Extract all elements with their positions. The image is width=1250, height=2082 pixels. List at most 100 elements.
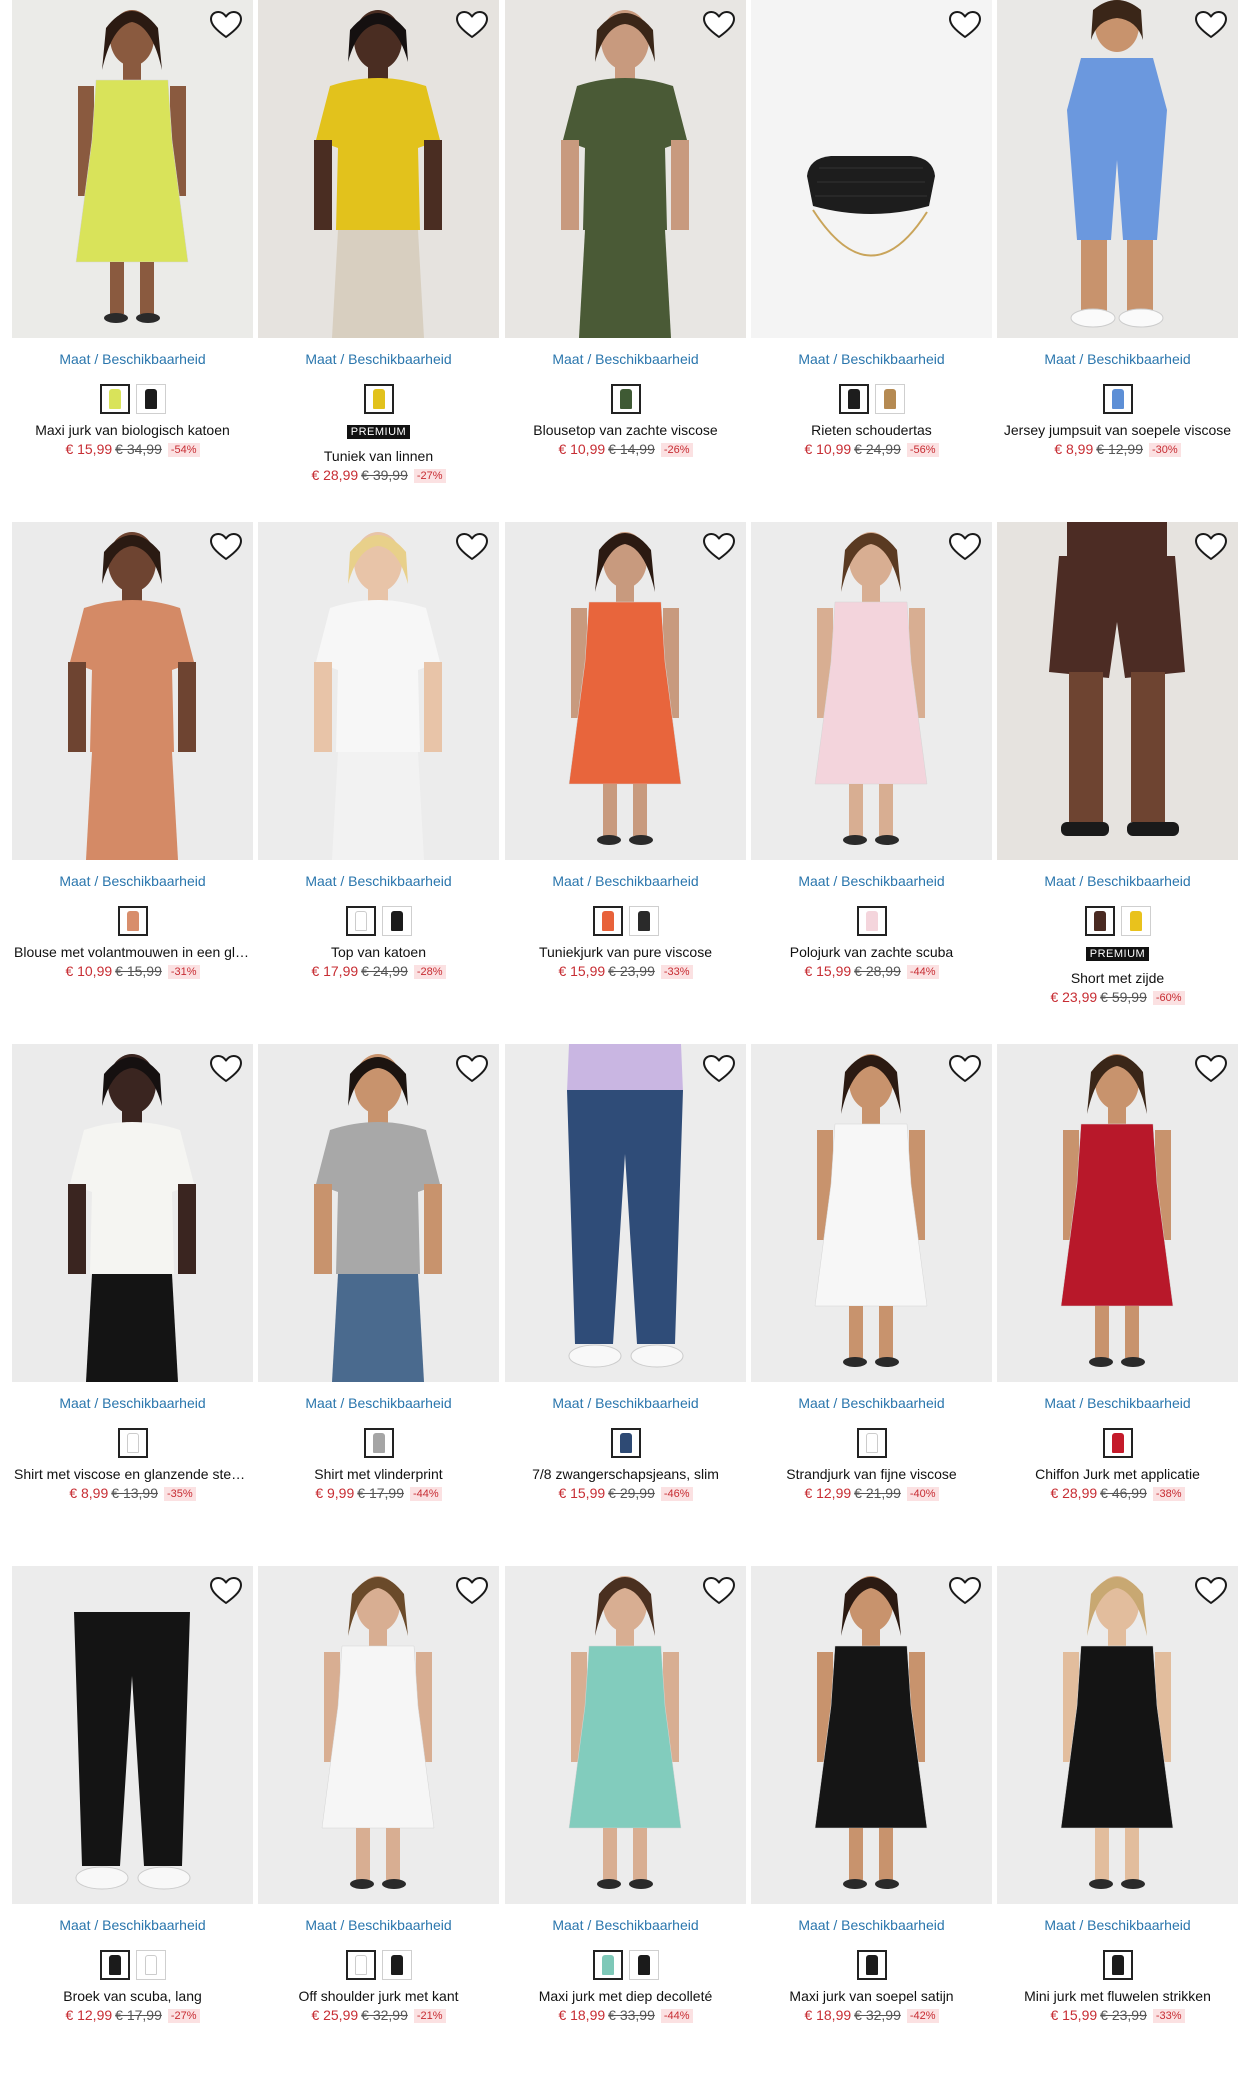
size-availability-link[interactable]: Maat / Beschikbaarheid — [258, 1916, 499, 1934]
product-card[interactable]: Maat / Beschikbaarheid Jersey jumpsuit va… — [997, 0, 1238, 457]
size-availability-link[interactable]: Maat / Beschikbaarheid — [505, 350, 746, 368]
product-card[interactable]: Maat / Beschikbaarheid Mini jurk met fluw… — [997, 1566, 1238, 2023]
product-image[interactable] — [751, 1566, 992, 1904]
size-availability-link[interactable]: Maat / Beschikbaarheid — [751, 1916, 992, 1934]
product-name[interactable]: Chiffon Jurk met applicatie — [997, 1466, 1238, 1482]
product-name[interactable]: Mini jurk met fluwelen strikken — [997, 1988, 1238, 2004]
color-swatch[interactable] — [135, 1950, 166, 1980]
product-card[interactable]: Maat / Beschikbaarheid Strandjurk van fij… — [751, 1044, 992, 1501]
color-swatch[interactable] — [592, 1950, 623, 1980]
size-availability-link[interactable]: Maat / Beschikbaarheid — [12, 1916, 253, 1934]
color-swatch[interactable] — [363, 384, 394, 414]
wishlist-heart-icon[interactable] — [1194, 532, 1228, 562]
size-availability-link[interactable]: Maat / Beschikbaarheid — [751, 1394, 992, 1412]
size-availability-link[interactable]: Maat / Beschikbaarheid — [997, 350, 1238, 368]
size-availability-link[interactable]: Maat / Beschikbaarheid — [505, 1916, 746, 1934]
wishlist-heart-icon[interactable] — [948, 10, 982, 40]
color-swatch[interactable] — [592, 906, 623, 936]
size-availability-link[interactable]: Maat / Beschikbaarheid — [12, 350, 253, 368]
product-card[interactable]: Maat / Beschikbaarheid Tuniekjurk van pur… — [505, 522, 746, 979]
product-name[interactable]: Blouse met volantmouwen in een glanzende… — [12, 944, 253, 960]
color-swatch[interactable] — [1102, 384, 1133, 414]
color-swatch[interactable] — [99, 1950, 130, 1980]
product-image[interactable] — [997, 522, 1238, 860]
wishlist-heart-icon[interactable] — [1194, 1576, 1228, 1606]
wishlist-heart-icon[interactable] — [209, 1054, 243, 1084]
product-name[interactable]: Tuniek van linnen — [258, 448, 499, 464]
size-availability-link[interactable]: Maat / Beschikbaarheid — [751, 872, 992, 890]
wishlist-heart-icon[interactable] — [948, 532, 982, 562]
size-availability-link[interactable]: Maat / Beschikbaarheid — [12, 872, 253, 890]
product-name[interactable]: Shirt met vlinderprint — [258, 1466, 499, 1482]
product-image[interactable] — [997, 1044, 1238, 1382]
product-name[interactable]: Tuniekjurk van pure viscose — [505, 944, 746, 960]
wishlist-heart-icon[interactable] — [1194, 10, 1228, 40]
color-swatch[interactable] — [874, 384, 905, 414]
product-image[interactable] — [12, 1566, 253, 1904]
product-image[interactable] — [751, 522, 992, 860]
wishlist-heart-icon[interactable] — [702, 10, 736, 40]
color-swatch[interactable] — [381, 1950, 412, 1980]
color-swatch[interactable] — [610, 384, 641, 414]
wishlist-heart-icon[interactable] — [948, 1576, 982, 1606]
product-name[interactable]: Maxi jurk van biologisch katoen — [12, 422, 253, 438]
color-swatch[interactable] — [117, 1428, 148, 1458]
color-swatch[interactable] — [363, 1428, 394, 1458]
size-availability-link[interactable]: Maat / Beschikbaarheid — [751, 350, 992, 368]
size-availability-link[interactable]: Maat / Beschikbaarheid — [258, 1394, 499, 1412]
product-image[interactable] — [751, 0, 992, 338]
product-card[interactable]: Maat / Beschikbaarheid Shirt met viscose … — [12, 1044, 253, 1501]
product-image[interactable] — [258, 0, 499, 338]
product-image[interactable] — [751, 1044, 992, 1382]
product-image[interactable] — [505, 522, 746, 860]
color-swatch[interactable] — [856, 1428, 887, 1458]
product-image[interactable] — [258, 1044, 499, 1382]
color-swatch[interactable] — [1120, 906, 1151, 936]
product-image[interactable] — [997, 1566, 1238, 1904]
product-card[interactable]: Maat / Beschikbaarheid PREMIUM Short met z… — [997, 522, 1238, 1005]
product-name[interactable]: Strandjurk van fijne viscose — [751, 1466, 992, 1482]
product-name[interactable]: Top van katoen — [258, 944, 499, 960]
product-name[interactable]: Maxi jurk met diep decolleté — [505, 1988, 746, 2004]
product-card[interactable]: Maat / Beschikbaarheid Blousetop van zach… — [505, 0, 746, 457]
color-swatch[interactable] — [610, 1428, 641, 1458]
size-availability-link[interactable]: Maat / Beschikbaarheid — [505, 872, 746, 890]
product-image[interactable] — [505, 1044, 746, 1382]
product-name[interactable]: Polojurk van zachte scuba — [751, 944, 992, 960]
product-card[interactable]: Maat / Beschikbaarheid Blouse met volantm… — [12, 522, 253, 979]
wishlist-heart-icon[interactable] — [702, 1054, 736, 1084]
product-image[interactable] — [258, 1566, 499, 1904]
color-swatch[interactable] — [856, 906, 887, 936]
product-card[interactable]: Maat / Beschikbaarheid Chiffon Jurk met a… — [997, 1044, 1238, 1501]
wishlist-heart-icon[interactable] — [702, 532, 736, 562]
size-availability-link[interactable]: Maat / Beschikbaarheid — [258, 872, 499, 890]
product-card[interactable]: Maat / Beschikbaarheid Maxi jurk met diep… — [505, 1566, 746, 2023]
wishlist-heart-icon[interactable] — [209, 10, 243, 40]
size-availability-link[interactable]: Maat / Beschikbaarheid — [997, 1394, 1238, 1412]
color-swatch[interactable] — [99, 384, 130, 414]
product-name[interactable]: Shirt met viscose en glanzende steentjes — [12, 1466, 253, 1482]
color-swatch[interactable] — [345, 906, 376, 936]
color-swatch[interactable] — [117, 906, 148, 936]
product-card[interactable]: Maat / Beschikbaarheid Rieten schoudertas… — [751, 0, 992, 457]
product-card[interactable]: Maat / Beschikbaarheid Top van katoen € 17… — [258, 522, 499, 979]
size-availability-link[interactable]: Maat / Beschikbaarheid — [258, 350, 499, 368]
product-name[interactable]: Jersey jumpsuit van soepele viscose — [997, 422, 1238, 438]
product-card[interactable]: Maat / Beschikbaarheid 7/8 zwangerschapsj… — [505, 1044, 746, 1501]
product-name[interactable]: Rieten schoudertas — [751, 422, 992, 438]
product-image[interactable] — [12, 522, 253, 860]
product-image[interactable] — [258, 522, 499, 860]
wishlist-heart-icon[interactable] — [455, 1054, 489, 1084]
product-card[interactable]: Maat / Beschikbaarheid Broek van scuba, l… — [12, 1566, 253, 2023]
product-card[interactable]: Maat / Beschikbaarheid Maxi jurk van soep… — [751, 1566, 992, 2023]
color-swatch[interactable] — [381, 906, 412, 936]
product-name[interactable]: Maxi jurk van soepel satijn — [751, 1988, 992, 2004]
color-swatch[interactable] — [856, 1950, 887, 1980]
product-name[interactable]: Blousetop van zachte viscose — [505, 422, 746, 438]
color-swatch[interactable] — [628, 906, 659, 936]
color-swatch[interactable] — [1102, 1428, 1133, 1458]
size-availability-link[interactable]: Maat / Beschikbaarheid — [12, 1394, 253, 1412]
wishlist-heart-icon[interactable] — [455, 10, 489, 40]
size-availability-link[interactable]: Maat / Beschikbaarheid — [997, 872, 1238, 890]
product-card[interactable]: Maat / Beschikbaarheid PREMIUM Tuniek van … — [258, 0, 499, 483]
